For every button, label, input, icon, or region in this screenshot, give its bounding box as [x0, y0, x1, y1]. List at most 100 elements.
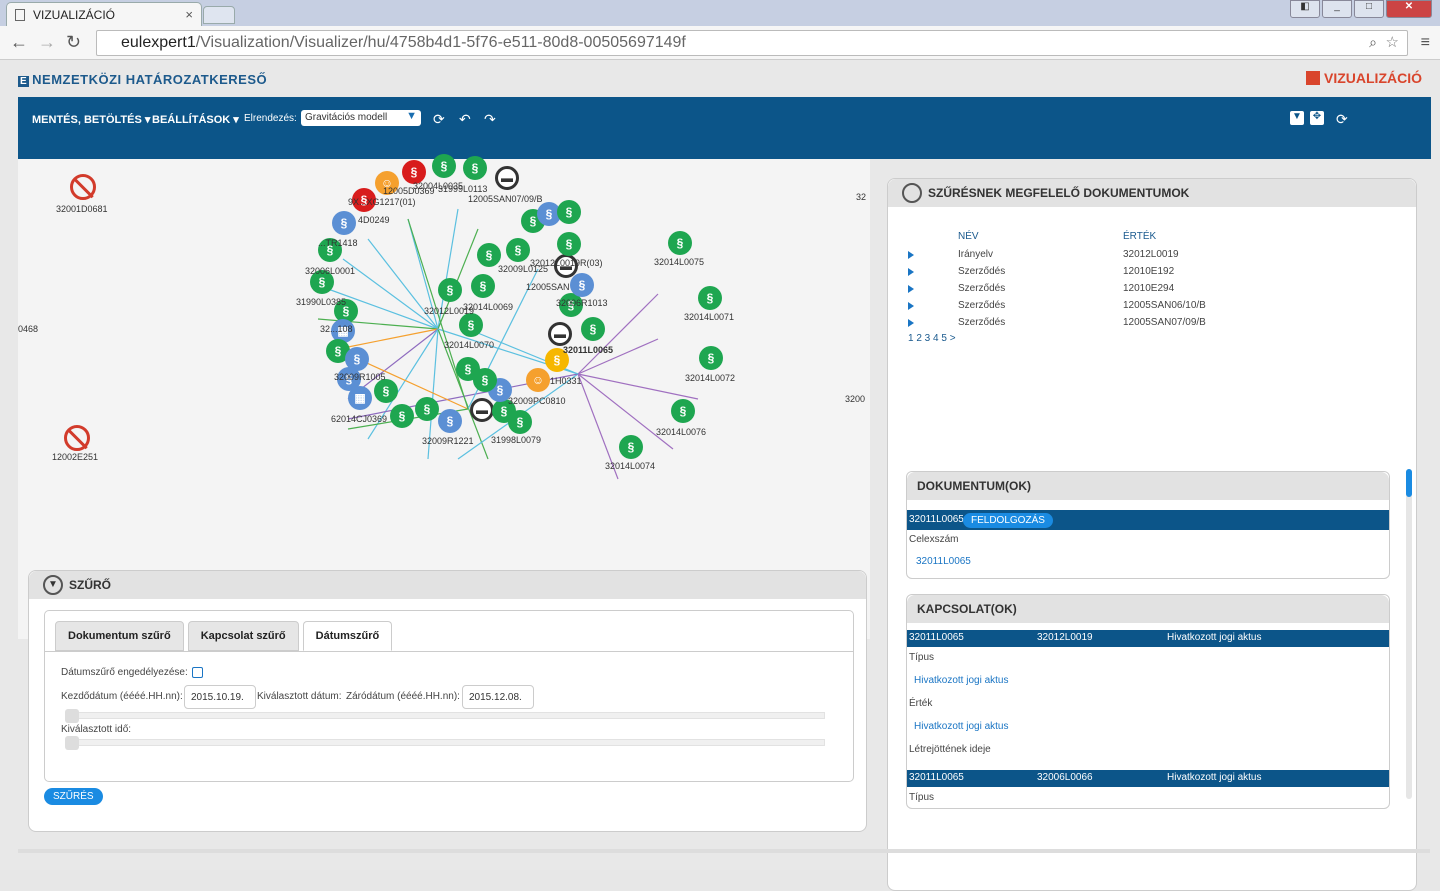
node-law-icon[interactable]: § — [699, 346, 723, 370]
undo-icon[interactable]: ↶ — [459, 111, 471, 128]
relation-row[interactable]: 32011L0065 32012L0019 Hivatkozott jogi a… — [907, 630, 1389, 647]
window-minimize-button[interactable]: _ — [1322, 0, 1352, 18]
tab-document-filter[interactable]: Dokumentum szűrő — [55, 621, 184, 651]
column-header-name[interactable]: NÉV — [958, 231, 979, 242]
brand-logo[interactable]: E NEMZETKÖZI HATÁROZATKERESŐ — [18, 72, 267, 87]
node-label: 32014L0075 — [654, 257, 705, 267]
type-link[interactable]: Hivatkozott jogi aktus — [914, 675, 1009, 686]
date-filter-enable-checkbox[interactable] — [192, 667, 203, 678]
node-law-icon[interactable]: § — [557, 200, 581, 224]
selected-date-label: Kiválasztott dátum: — [257, 691, 342, 702]
main-toolbar: MENTÉS, BETÖLTÉS ▾ BEÁLLÍTÁSOK ▾ Elrende… — [18, 97, 1431, 159]
document-row[interactable]: 32011L0065 FELDOLGOZÁS — [907, 510, 1389, 530]
new-tab-button[interactable] — [203, 6, 235, 24]
end-date-input[interactable]: 2015.12.08. — [462, 685, 534, 709]
node-law-icon[interactable]: § — [456, 357, 480, 381]
result-value: 12010E294 — [1123, 283, 1175, 294]
node-law-icon[interactable]: § — [332, 211, 356, 235]
browser-tab[interactable]: VIZUALIZÁCIÓ × — [6, 2, 202, 26]
tab-close-icon[interactable]: × — [185, 7, 193, 22]
start-date-input[interactable]: 2015.10.19. — [184, 685, 256, 709]
filter-body: Dokumentum szűrő Kapcsolat szűrő Dátumsz… — [44, 610, 854, 782]
expand-row-icon[interactable] — [908, 285, 914, 293]
window-maximize-button[interactable]: □ — [1354, 0, 1384, 18]
date-slider-track[interactable] — [65, 712, 825, 719]
node-law-icon[interactable]: § — [415, 397, 439, 421]
node-law-icon[interactable]: § — [390, 404, 414, 428]
reset-icon[interactable]: ⟳ — [1336, 111, 1348, 128]
redo-icon[interactable]: ↷ — [484, 111, 496, 128]
zoom-icon[interactable]: ⌕ — [1369, 34, 1377, 51]
filter-icon[interactable]: ▼ — [1290, 111, 1304, 125]
graph-edges — [317, 208, 699, 480]
node-law-icon[interactable]: § — [432, 154, 456, 178]
node-law-icon[interactable]: § — [463, 156, 487, 180]
save-load-menu[interactable]: MENTÉS, BETÖLTÉS ▾ — [32, 113, 150, 126]
node-folder-icon[interactable]: ▬ — [470, 398, 494, 422]
value-link[interactable]: Hivatkozott jogi aktus — [914, 721, 1009, 732]
filter-tabs: Dokumentum szűrő Kapcsolat szűrő Dátumsz… — [55, 621, 393, 651]
node-organization-icon[interactable]: ☺ — [526, 368, 550, 392]
funnel-icon: ▼ — [43, 575, 63, 595]
reload-icon[interactable]: ↻ — [66, 32, 81, 53]
node-law-icon[interactable]: § — [570, 273, 594, 297]
back-icon[interactable]: ← — [10, 32, 28, 53]
window-extra-button[interactable]: ◧ — [1290, 0, 1320, 18]
pagination[interactable]: 1 2 3 4 5 > — [908, 333, 956, 344]
apply-filter-button[interactable]: SZŰRÉS — [44, 788, 103, 805]
graph-canvas[interactable]: 32001D0681 12002E251 0468 32 3200 ☺ § § … — [18, 154, 870, 639]
node-law-icon[interactable]: § — [471, 274, 495, 298]
node-law-icon[interactable]: § — [619, 435, 643, 459]
node-label: ...TR1418 — [318, 238, 358, 248]
celex-link[interactable]: 32011L0065 — [916, 556, 971, 567]
node-law-icon[interactable]: § — [508, 410, 532, 434]
expand-row-icon[interactable] — [908, 302, 914, 310]
refresh-icon[interactable]: ⟳ — [433, 111, 445, 128]
tab-date-filter[interactable]: Dátumszűrő — [302, 621, 393, 651]
browser-menu-icon[interactable]: ≡ — [1421, 34, 1430, 52]
results-panel-header: SZŰRÉSNEK MEGFELELŐ DOKUMENTUMOK — [888, 179, 1416, 207]
network-icon — [902, 183, 922, 203]
node-folder-icon[interactable]: ▬ — [495, 166, 519, 190]
node-calendar-icon[interactable]: ▦ — [348, 386, 372, 410]
node-law-icon[interactable]: § — [374, 379, 398, 403]
node-label: 32009R1005 — [334, 372, 386, 382]
node-law-icon[interactable]: § — [438, 409, 462, 433]
url-input[interactable]: eulexpert1/Visualization/Visualizer/hu/4… — [96, 30, 1408, 56]
result-name: Szerződés — [958, 300, 1006, 311]
relation-type: Hivatkozott jogi aktus — [1167, 632, 1262, 643]
value-label: Érték — [909, 698, 933, 709]
node-law-icon[interactable]: § — [671, 399, 695, 423]
blocked-icon[interactable] — [64, 425, 90, 451]
settings-menu[interactable]: BEÁLLÍTÁSOK ▾ — [152, 113, 239, 126]
node-label: 32 — [856, 192, 867, 202]
forward-icon[interactable]: → — [38, 32, 56, 53]
node-law-icon[interactable]: § — [438, 278, 462, 302]
node-law-icon[interactable]: § — [459, 313, 483, 337]
blocked-icon[interactable] — [70, 174, 96, 200]
bookmark-star-icon[interactable]: ☆ — [1386, 33, 1399, 51]
results-scrollbar[interactable] — [1406, 469, 1412, 799]
page-icon — [15, 8, 25, 21]
tab-relation-filter[interactable]: Kapcsolat szűrő — [187, 621, 299, 651]
expand-row-icon[interactable] — [908, 268, 914, 276]
relation-row[interactable]: 32011L0065 32006L0066 Hivatkozott jogi a… — [907, 770, 1389, 787]
column-header-value[interactable]: ÉRTÉK — [1123, 231, 1156, 242]
node-law-icon[interactable]: § — [698, 286, 722, 310]
expand-row-icon[interactable] — [908, 319, 914, 327]
expand-icon[interactable]: ✥ — [1310, 111, 1324, 125]
node-folder-icon[interactable]: ▬ — [548, 322, 572, 346]
section-title: VIZUALIZÁCIÓ — [1306, 70, 1422, 86]
node-law-icon[interactable]: § — [581, 317, 605, 341]
layout-select[interactable]: Gravitációs modell ▼ — [301, 110, 421, 126]
window-close-button[interactable]: ✕ — [1386, 0, 1432, 18]
result-name: Szerződés — [958, 266, 1006, 277]
expand-row-icon[interactable] — [908, 251, 914, 259]
time-slider-handle[interactable] — [65, 736, 79, 750]
node-law-icon[interactable]: § — [668, 231, 692, 255]
node-law-icon[interactable]: § — [506, 238, 530, 262]
time-slider-track[interactable] — [65, 739, 825, 746]
date-slider-handle[interactable] — [65, 709, 79, 723]
node-law-icon[interactable]: § — [557, 232, 581, 256]
scrollbar-thumb[interactable] — [1406, 469, 1412, 497]
